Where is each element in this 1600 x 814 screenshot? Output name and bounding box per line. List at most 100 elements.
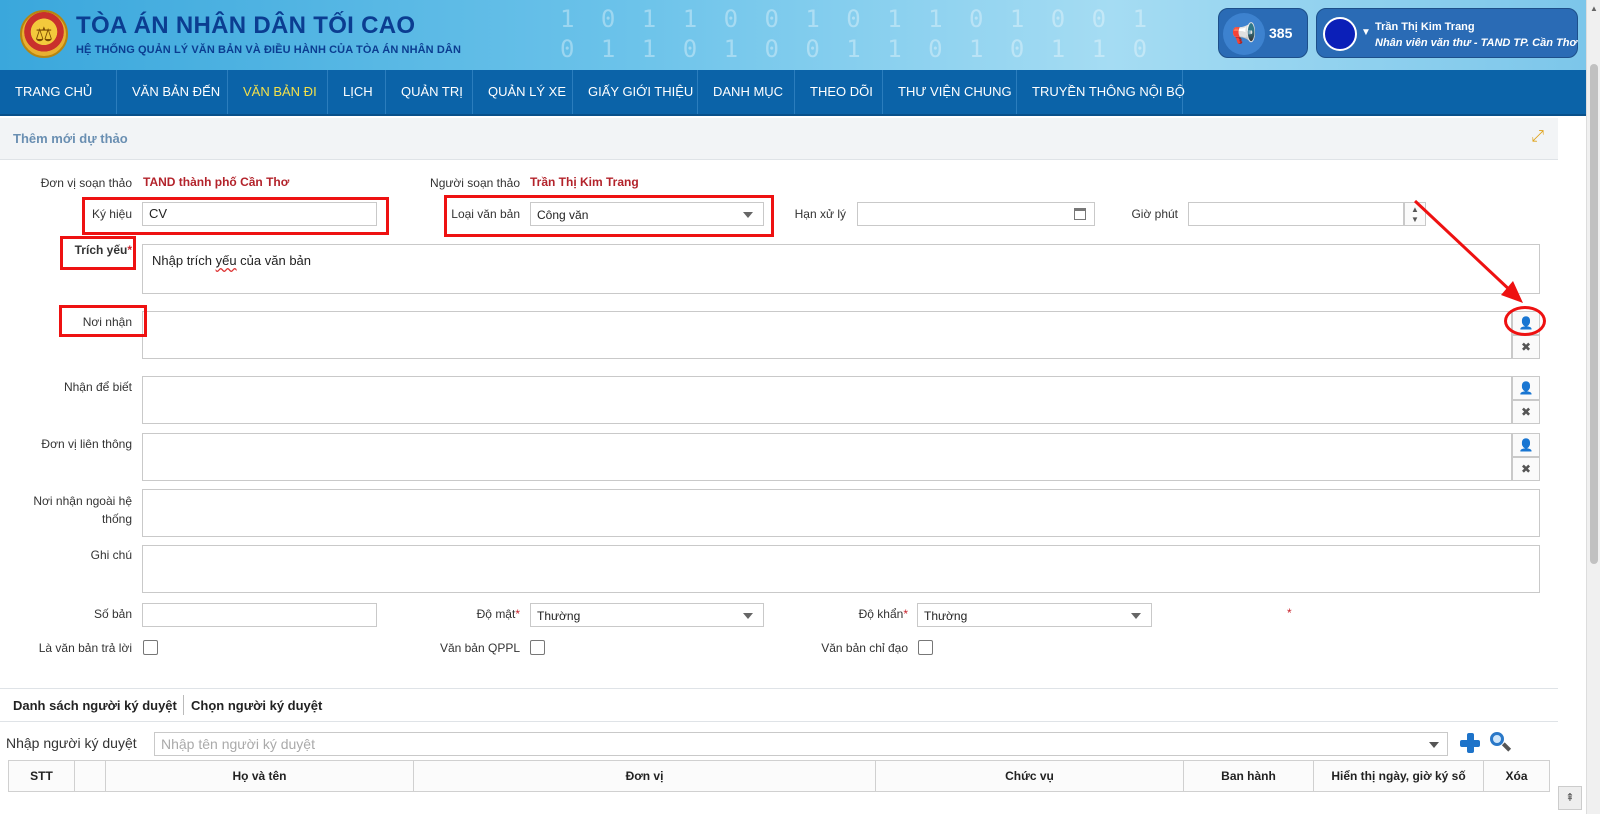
avatar (1323, 17, 1357, 51)
trich-yeu-placeholder-start: Nhập trích (152, 253, 216, 268)
user-role: Nhân viên văn thư - TAND TP. Cần Thơ (1375, 37, 1577, 49)
app-header: 1 0 1 1 0 0 1 0 1 1 0 1 0 0 10 1 1 0 1 0… (0, 0, 1586, 70)
required-mark: * (903, 607, 908, 621)
nav-theo-doi[interactable]: THEO DÕI (795, 70, 883, 114)
annotation-arrow (1413, 199, 1523, 303)
panel-header: Thêm mới dự thảo ⤢ (0, 118, 1558, 160)
chevron-down-icon (1131, 613, 1141, 619)
ghi-chu-field[interactable] (142, 545, 1540, 593)
so-ban-label: Số bản (93, 607, 132, 621)
tab-separator (183, 695, 184, 715)
do-khan-value: Thường (924, 609, 968, 623)
tra-loi-checkbox[interactable] (143, 640, 158, 655)
don-vi-value: TAND thành phố Cần Thơ (143, 175, 290, 189)
gio-phut-label: Giờ phút (1131, 207, 1178, 221)
header-decoration: 1 0 1 1 0 0 1 0 1 1 0 1 0 0 10 1 1 0 1 0… (560, 5, 1154, 63)
highlight-noi-nhan (59, 305, 147, 337)
nav-quan-tri[interactable]: QUẢN TRỊ (386, 70, 473, 114)
trich-yeu-textarea[interactable]: Nhập trích yếu của văn bản (142, 244, 1540, 294)
noi-nhan-ngoai-label: Nơi nhận ngoài hệ thống (33, 494, 132, 526)
user-picker-icon[interactable]: 👤 (1512, 433, 1540, 457)
col-blank (75, 761, 106, 791)
notification-button[interactable]: 📢 385 (1218, 8, 1308, 58)
caret-down-icon: ▼ (1361, 27, 1371, 38)
do-mat-text: Độ mật (476, 607, 516, 621)
user-name: Trần Thị Kim Trang (1375, 21, 1475, 33)
calendar-icon[interactable] (1074, 208, 1086, 220)
nav-giay-gioi-thieu[interactable]: GIẤY GIỚI THIỆU (573, 70, 698, 114)
page-title: Thêm mới dự thảo (13, 131, 128, 146)
highlight-loai-van-ban (444, 195, 774, 237)
col-ho-ten[interactable]: Họ và tên (106, 761, 414, 791)
nav-van-ban-di[interactable]: VĂN BẢN ĐI (228, 70, 328, 114)
search-icon[interactable] (1490, 732, 1512, 754)
don-vi-lien-thong-field[interactable] (142, 433, 1512, 481)
nguoi-soan-value: Trần Thị Kim Trang (530, 175, 639, 189)
nav-trang-chu[interactable]: TRANG CHỦ (0, 70, 117, 114)
notification-count: 385 (1269, 25, 1293, 41)
nav-danh-muc[interactable]: DANH MỤC (698, 70, 795, 114)
nav-van-ban-den[interactable]: VĂN BẢN ĐẾN (117, 70, 228, 114)
do-khan-select[interactable]: Thường (917, 603, 1152, 627)
scrollbar-thumb[interactable] (1590, 64, 1598, 564)
trich-yeu-placeholder-end: của văn bản (236, 253, 312, 268)
app-subtitle: HỆ THỐNG QUẢN LÝ VĂN BẢN VÀ ĐIỀU HÀNH CỦ… (76, 44, 461, 56)
close-icon[interactable]: ✖ (1512, 457, 1540, 481)
noi-nhan-ngoai-field[interactable] (142, 489, 1540, 537)
col-chuc-vu[interactable]: Chức vụ (876, 761, 1184, 791)
don-vi-lien-thong-label: Đơn vị liên thông (41, 437, 132, 451)
required-mark: * (515, 607, 520, 621)
user-menu[interactable]: ▼ Trần Thị Kim Trang Nhân viên văn thư -… (1316, 8, 1578, 58)
nav-quan-ly-xe[interactable]: QUẢN LÝ XE (473, 70, 573, 114)
chi-dao-label: Văn bản chỉ đạo (821, 641, 908, 655)
close-icon[interactable]: ✖ (1512, 335, 1540, 359)
col-stt: STT (9, 761, 75, 791)
col-ban-hanh: Ban hành (1184, 761, 1314, 791)
court-emblem-logo[interactable]: ⚖ (20, 10, 68, 58)
scroll-up-icon[interactable]: ▲ (1590, 4, 1598, 13)
signer-search-placeholder: Nhập tên người ký duyệt (161, 736, 315, 752)
chevron-down-icon[interactable] (1429, 742, 1439, 748)
back-to-top-button[interactable]: ⇞ (1558, 786, 1582, 810)
qppl-checkbox[interactable] (530, 640, 545, 655)
col-xoa: Xóa (1505, 769, 1528, 783)
nhan-de-biet-field[interactable] (142, 376, 1512, 424)
app-title: TÒA ÁN NHÂN DÂN TỐI CAO (76, 12, 416, 39)
do-mat-label: Độ mật* (440, 607, 520, 621)
trich-yeu-placeholder-word: yếu (215, 253, 237, 268)
close-icon[interactable]: ✖ (1512, 400, 1540, 424)
main-nav: TRANG CHỦ VĂN BẢN ĐẾN VĂN BẢN ĐI LỊCH QU… (0, 70, 1586, 116)
page-scrollbar[interactable]: ▲ (1586, 0, 1600, 814)
required-mark: * (1287, 606, 1292, 620)
tab-chon-nguoi-ky[interactable]: Chọn người ký duyệt (191, 698, 322, 713)
do-mat-select[interactable]: Thường (530, 603, 764, 627)
signer-search-input[interactable]: Nhập tên người ký duyệt (154, 732, 1448, 756)
nav-truyen-thong-noi-bo[interactable]: TRUYỀN THÔNG NỘI BỘ (1017, 70, 1185, 114)
qppl-label: Văn bản QPPL (439, 641, 520, 655)
do-khan-text: Độ khẩn (858, 607, 904, 621)
nhan-de-biet-label: Nhận để biết (63, 380, 132, 394)
do-khan-label: Độ khẩn* (820, 607, 908, 621)
han-xu-ly-input[interactable] (857, 202, 1095, 226)
han-xu-ly-label: Hạn xử lý (794, 207, 846, 221)
user-picker-icon[interactable]: 👤 (1512, 376, 1540, 400)
tab-danh-sach-nguoi-ky[interactable]: Danh sách người ký duyệt (13, 698, 177, 713)
chevron-down-icon (743, 613, 753, 619)
gio-phut-input[interactable] (1188, 202, 1404, 226)
nav-lich[interactable]: LỊCH (328, 70, 386, 114)
chi-dao-checkbox[interactable] (918, 640, 933, 655)
highlight-ky-hieu (82, 197, 389, 235)
nhap-nguoi-ky-label: Nhập người ký duyệt (6, 735, 137, 751)
nav-thu-vien-chung[interactable]: THƯ VIỆN CHUNG (883, 70, 1017, 114)
scale-icon: ⚖ (35, 24, 53, 46)
megaphone-icon: 📢 (1223, 13, 1265, 55)
tra-loi-label: Là văn bản trả lời (38, 641, 132, 655)
signer-table-header: STT Họ và tên Đơn vị Chức vụ Ban hành Hi… (8, 760, 1550, 792)
col-don-vi[interactable]: Đơn vị (414, 761, 876, 791)
add-icon[interactable] (1459, 732, 1481, 754)
noi-nhan-field[interactable] (142, 311, 1512, 359)
col-hien-thi-ngay: Hiển thị ngày, giờ ký số (1314, 761, 1484, 791)
signer-tabs: Danh sách người ký duyệt Chọn người ký d… (0, 688, 1558, 722)
so-ban-input[interactable] (142, 603, 377, 627)
expand-icon[interactable]: ⤢ (1531, 128, 1544, 146)
